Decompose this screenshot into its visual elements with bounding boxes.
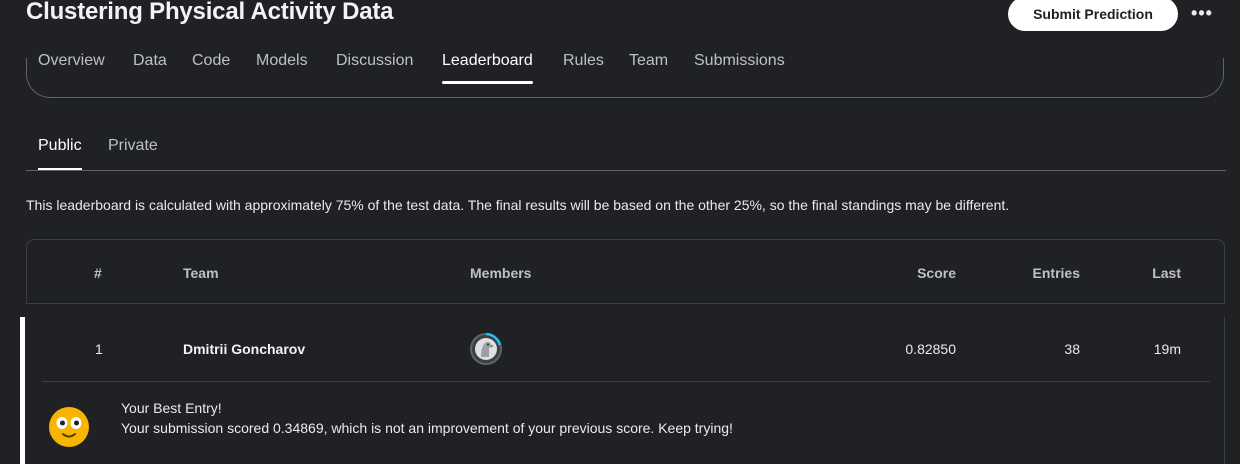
- row-last: 19m: [1153, 341, 1181, 357]
- tab-code[interactable]: Code: [192, 46, 230, 84]
- row-divider: [42, 381, 1210, 382]
- tab-rules[interactable]: Rules: [563, 46, 604, 84]
- tab-submissions[interactable]: Submissions: [694, 46, 785, 84]
- submission-message: Your submission scored 0.34869, which is…: [121, 420, 733, 436]
- subtabs-divider: [26, 170, 1226, 171]
- tab-team[interactable]: Team: [629, 46, 668, 84]
- tab-data[interactable]: Data: [133, 46, 167, 84]
- leaderboard-info-text: This leaderboard is calculated with appr…: [26, 197, 1010, 213]
- smiley-emoji-icon: [49, 407, 89, 447]
- avatar-icon[interactable]: [470, 333, 502, 365]
- row-rank: 1: [95, 341, 103, 357]
- more-options-icon[interactable]: •••: [1190, 3, 1214, 23]
- tab-overview[interactable]: Overview: [38, 46, 105, 84]
- tab-discussion[interactable]: Discussion: [336, 46, 413, 84]
- column-rank[interactable]: #: [94, 265, 102, 281]
- column-team[interactable]: Team: [183, 265, 219, 281]
- row-border: [1224, 317, 1225, 464]
- leaderboard-page: Clustering Physical Activity Data Submit…: [0, 0, 1240, 464]
- tab-models[interactable]: Models: [256, 46, 308, 84]
- column-last[interactable]: Last: [1152, 265, 1181, 281]
- leaderboard-subtabs: Public Private: [26, 132, 1226, 172]
- submit-prediction-button[interactable]: Submit Prediction: [1008, 0, 1178, 31]
- table-row: [20, 317, 1226, 464]
- row-entries: 38: [1064, 341, 1080, 357]
- column-members: Members: [470, 265, 532, 281]
- subtab-public[interactable]: Public: [38, 132, 82, 170]
- page-title: Clustering Physical Activity Data: [26, 0, 394, 25]
- column-entries[interactable]: Entries: [1033, 265, 1080, 281]
- best-entry-title: Your Best Entry!: [121, 400, 222, 416]
- row-score: 0.82850: [905, 341, 956, 357]
- column-score[interactable]: Score: [917, 265, 956, 281]
- row-team-name[interactable]: Dmitrii Goncharov: [183, 341, 305, 357]
- subtab-private[interactable]: Private: [108, 132, 158, 170]
- leaderboard-table-header: # Team Members Score Entries Last: [26, 239, 1225, 304]
- tab-leaderboard[interactable]: Leaderboard: [442, 46, 533, 84]
